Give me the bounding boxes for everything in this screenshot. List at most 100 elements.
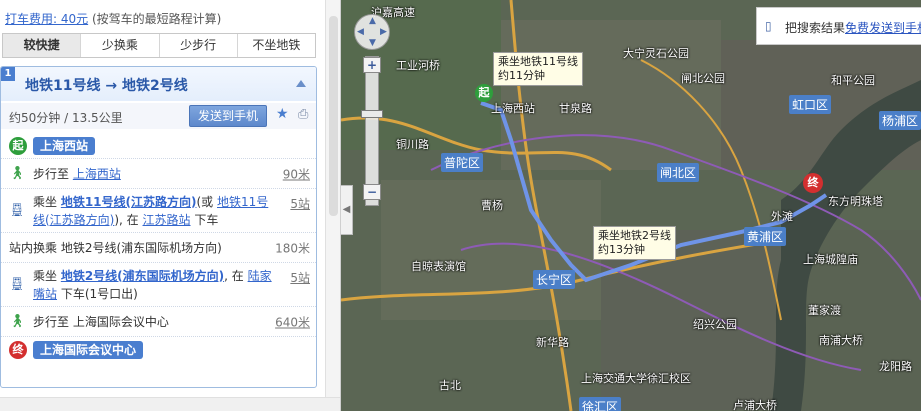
step-distance[interactable]: 90米 [283, 165, 310, 182]
district-label: 闸北区 [657, 163, 700, 182]
start-badge-icon: 起 [9, 137, 27, 155]
district-label: 长宁区 [533, 270, 576, 289]
map-label: 外滩 [771, 210, 793, 223]
map-label: 上海西站 [491, 102, 535, 115]
zoom-in-button[interactable]: + [363, 57, 381, 73]
step-text: 乘坐 地铁2号线(浦东国际机场方向), 在 陆家嘴站 下车(1号口出) [33, 267, 276, 303]
route-card: 1 地铁11号线 → 地铁2号线 约50分钟 / 13.5公里 发送到手机 ★ … [0, 66, 317, 388]
zoom-slider-handle[interactable] [361, 110, 383, 118]
map-label: 绍兴公园 [693, 318, 737, 331]
pan-right-icon[interactable]: ▶ [380, 27, 387, 37]
route-card-header[interactable]: 1 地铁11号线 → 地铁2号线 [1, 67, 316, 101]
map-label: 曹杨 [481, 199, 503, 212]
map-view[interactable]: 沪嘉高速 大宁灵石公园 闸北公园 和平公园 工业河桥 上海西站 甘泉路 铜川路 … [341, 0, 921, 411]
tip-line: 乘坐地铁2号线 [598, 229, 671, 242]
map-label: 上海交通大学徐汇校区 [581, 372, 691, 385]
step-at: ), 在 [114, 212, 143, 227]
promo-text: 把搜索结果免费发送到手机 [785, 19, 921, 36]
print-icon[interactable]: ⎙ [298, 107, 308, 122]
route-summary: 约50分钟 / 13.5公里 [9, 111, 123, 125]
route-index: 1 [1, 67, 15, 81]
map-label: 工业河桥 [396, 59, 440, 72]
tip-time: 约11分钟 [498, 69, 545, 82]
walk-icon: 🚶︎ [9, 313, 26, 329]
panel-scrollbar[interactable] [325, 0, 340, 411]
zoom-out-button[interactable]: − [363, 184, 381, 200]
map-label: 上海城隍庙 [803, 253, 858, 266]
map-label: 卢浦大桥 [733, 399, 777, 411]
map-label: 董家渡 [808, 304, 841, 317]
district-label: 黄浦区 [744, 227, 787, 246]
pan-left-icon[interactable]: ◀ [357, 27, 364, 37]
station-link[interactable]: 上海西站 [73, 167, 121, 181]
district-label: 虹口区 [789, 95, 832, 114]
pan-down-icon[interactable]: ▼ [369, 38, 376, 48]
send-to-phone-promo: ▯ 把搜索结果免费发送到手机 [756, 7, 921, 45]
line-link[interactable]: 地铁11号线(江苏路方向) [61, 195, 197, 209]
step-distance: 180米 [275, 241, 310, 255]
step-suffix: 下车 [190, 212, 219, 227]
promo-hint: 把搜索结果 [785, 21, 846, 35]
route-preference-tabs: 较快捷 少换乘 少步行 不坐地铁 [2, 33, 316, 58]
step-text: 步行至 上海西站 [33, 165, 276, 183]
line-link[interactable]: 地铁2号线(浦东国际机场方向) [61, 269, 224, 283]
step-ride-2: 🚆︎ 乘坐 地铁2号线(浦东国际机场方向), 在 陆家嘴站 下车(1号口出) 5… [1, 263, 316, 307]
step-distance[interactable]: 640米 [275, 313, 310, 330]
tip-time: 约13分钟 [598, 243, 645, 256]
scrollbar-thumb[interactable] [329, 16, 338, 216]
step-stops[interactable]: 5站 [290, 269, 310, 286]
collapse-panel-icon[interactable]: ◀ [341, 185, 353, 235]
tip-line: 乘坐地铁11号线 [498, 55, 578, 68]
stop-link[interactable]: 江苏路站 [143, 213, 191, 227]
taxi-fare-note: (按驾车的最短路程计算) [91, 12, 222, 26]
taxi-fare-link[interactable]: 打车费用: 40元 [5, 12, 88, 26]
end-place[interactable]: 上海国际会议中心 [33, 341, 144, 359]
step-text: 乘坐 地铁11号线(江苏路方向)(或 地铁11号线(江苏路方向)), 在 江苏路… [33, 193, 276, 229]
pan-up-icon[interactable]: ▲ [369, 16, 376, 26]
route-summary-row: 约50分钟 / 13.5公里 发送到手机 ★ ⎙ [1, 103, 316, 129]
map-label: 龙阳路 [879, 360, 912, 373]
map-label: 闸北公园 [681, 72, 725, 85]
pan-control[interactable]: ▲ ◀ ▶ ▼ [354, 14, 390, 50]
map-label: 甘泉路 [559, 102, 592, 115]
tab-fastest[interactable]: 较快捷 [3, 34, 82, 57]
map-label: 东方明珠塔 [828, 195, 883, 208]
app-root: 打车费用: 40元 (按驾车的最短路程计算) 较快捷 少换乘 少步行 不坐地铁 … [0, 0, 921, 411]
step-text: 站内换乘 地铁2号线(浦东国际机场方向) [9, 240, 222, 255]
route-tip-line2: 乘坐地铁2号线 约13分钟 [593, 226, 676, 260]
route-title: 地铁11号线 → 地铁2号线 [25, 78, 188, 94]
route-steps: 起 上海西站 🚶︎ 步行至 上海西站 90米 🚆︎ 乘坐 地铁11号线(江苏路方… [1, 133, 316, 363]
tab-less-walking[interactable]: 少步行 [160, 34, 238, 57]
end-point: 终 上海国际会议中心 [1, 337, 316, 363]
walk-icon: 🚶︎ [9, 165, 26, 181]
subway-icon: 🚆︎ [9, 276, 26, 292]
map-label: 新华路 [536, 336, 569, 349]
favorite-star-icon[interactable]: ★ [276, 106, 289, 122]
tab-fewer-transfers[interactable]: 少换乘 [81, 34, 160, 57]
map-label: 大宁灵石公园 [623, 47, 689, 60]
district-label: 徐汇区 [579, 397, 622, 411]
step-or: (或 [196, 194, 217, 209]
map-label: 南浦大桥 [819, 334, 863, 347]
tab-no-subway[interactable]: 不坐地铁 [238, 34, 315, 57]
map-label: 和平公园 [831, 74, 875, 87]
step-prefix: 乘坐 [33, 268, 61, 283]
panel-horizontal-scrollbar[interactable] [0, 397, 340, 411]
district-label: 杨浦区 [879, 111, 921, 130]
collapse-icon[interactable] [296, 80, 306, 87]
promo-link[interactable]: 免费发送到手机 [845, 21, 921, 35]
step-stops[interactable]: 5站 [290, 195, 310, 212]
step-text: 步行至 上海国际会议中心 [33, 314, 169, 329]
step-prefix: 步行至 [33, 166, 73, 181]
start-place[interactable]: 上海西站 [33, 137, 96, 155]
step-walk-1: 🚶︎ 步行至 上海西站 90米 [1, 159, 316, 189]
map-label: 自晾表演馆 [411, 260, 466, 273]
step-transfer: 站内换乘 地铁2号线(浦东国际机场方向) 180米 [1, 233, 316, 263]
step-prefix: 乘坐 [33, 194, 61, 209]
map-start-marker[interactable]: 起 [475, 84, 493, 102]
send-to-phone-button[interactable]: 发送到手机 [189, 105, 267, 127]
map-end-marker[interactable]: 终 [803, 173, 823, 193]
district-label: 普陀区 [441, 153, 484, 172]
phone-icon: ▯ [765, 19, 772, 33]
map-label: 古北 [439, 379, 461, 392]
